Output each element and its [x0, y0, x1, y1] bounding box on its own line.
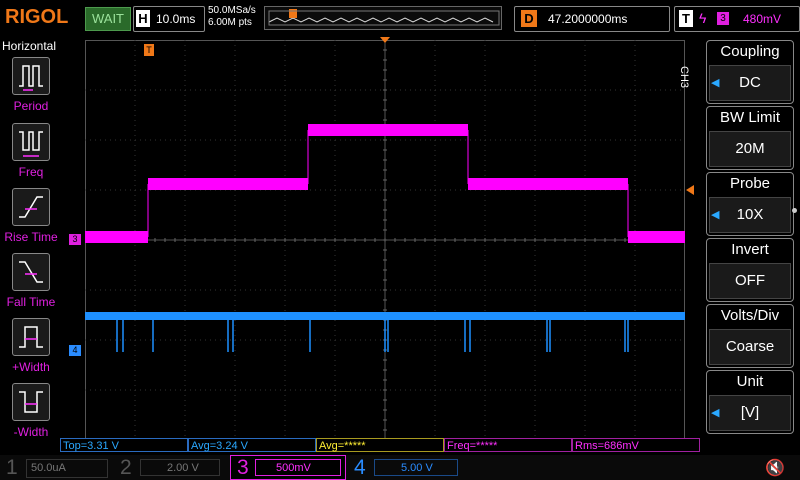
memory-depth: 6.00M pts [208, 17, 252, 28]
delay-value: 47.2000000ms [548, 12, 628, 26]
acquisition-info: 50.0MSa/s 6.00M pts [208, 5, 256, 29]
center-time-marker [380, 37, 390, 43]
ch3-scale: 500mV [255, 459, 341, 476]
measurement-avg-other[interactable]: Avg=***** [316, 438, 444, 452]
fall-time-label: Fall Time [6, 295, 56, 309]
bw-limit-title: BW Limit [720, 109, 780, 126]
measurement-top[interactable]: Top=3.31 V [60, 438, 188, 452]
probe-menu[interactable]: Probe 10X ◀ [706, 172, 794, 236]
memory-overview-graphic [268, 9, 500, 26]
measurement-avg-ch3[interactable]: Avg=3.24 V [188, 438, 316, 452]
ch4-number: 4 [354, 456, 366, 479]
sample-rate: 50.0MSa/s [208, 5, 256, 16]
brand-logo: RIGOL [5, 6, 69, 28]
coupling-value: DC [709, 65, 791, 101]
volts-div-value: Coarse [709, 329, 791, 365]
bw-limit-value: 20M [709, 131, 791, 167]
frequency-label: Freq [18, 165, 44, 179]
negative-width-icon [12, 383, 50, 421]
invert-value: OFF [709, 263, 791, 299]
channel-tag: CH3 [678, 66, 690, 89]
memory-overview-strip[interactable] [264, 6, 502, 30]
unit-menu[interactable]: Unit [V] ◀ [706, 370, 794, 434]
measure-negative-width[interactable]: -Width [0, 383, 59, 443]
ch3-trace-segment [628, 231, 685, 243]
top-status-bar: RIGOL WAIT H 10.0ms 50.0MSa/s 6.00M pts … [0, 0, 800, 36]
measurement-freq[interactable]: Freq=***** [444, 438, 572, 452]
waveform-grid [84, 39, 685, 440]
left-panel-title: Horizontal [2, 39, 57, 53]
channel-3-tab[interactable]: 3 500mV [230, 455, 346, 480]
invert-menu[interactable]: Invert OFF [706, 238, 794, 302]
positive-width-label: +Width [12, 360, 50, 374]
delay-chip: D [521, 10, 537, 27]
channel-status-bar: 1 50.0uA 2 2.00 V 3 500mV 4 5.00 V 🔇 [0, 455, 800, 480]
trigger-position-marker[interactable]: T [144, 44, 154, 56]
measure-positive-width[interactable]: +Width [0, 318, 59, 378]
edge-trigger-icon: ϟ [699, 10, 707, 26]
ch4-scale: 5.00 V [374, 459, 458, 476]
coupling-menu[interactable]: Coupling DC ◀ [706, 40, 794, 104]
trigger-chip: T [679, 10, 693, 27]
rise-time-icon [12, 188, 50, 226]
period-label: Period [13, 99, 49, 113]
invert-title: Invert [731, 241, 769, 258]
rise-time-label: Rise Time [4, 230, 58, 244]
unit-left-arrow-icon: ◀ [711, 407, 720, 419]
coupling-left-arrow-icon: ◀ [711, 77, 720, 89]
measure-fall-time[interactable]: Fall Time [0, 253, 62, 313]
measure-period[interactable]: Period [0, 57, 59, 117]
ch3-trace-segment [148, 178, 308, 190]
channel-4-tab[interactable]: 4 5.00 V [346, 455, 462, 480]
volts-div-menu[interactable]: Volts/Div Coarse [706, 304, 794, 368]
ch4-trace [85, 312, 685, 320]
unit-value: [V] [709, 395, 791, 431]
ch3-trace-segment [468, 178, 628, 190]
horizontal-chip: H [136, 10, 150, 27]
probe-left-arrow-icon: ◀ [711, 209, 720, 221]
speaker-mute-icon[interactable]: 🔇 [765, 458, 787, 478]
ch3-trace-segment [85, 231, 148, 243]
timebase-display[interactable]: H 10.0ms [133, 6, 205, 32]
run-status-badge[interactable]: WAIT [85, 7, 131, 31]
ch1-scale: 50.0uA [26, 459, 108, 478]
page-dot-icon [792, 208, 797, 213]
trigger-level: 480mV [743, 12, 782, 26]
trigger-display[interactable]: T ϟ 3 480mV [674, 6, 800, 32]
measurement-bar: Top=3.31 V Avg=3.24 V Avg=***** Freq=***… [60, 438, 700, 454]
positive-width-icon [12, 318, 50, 356]
measurement-rms[interactable]: Rms=686mV [572, 438, 700, 452]
channel-menu: Coupling DC ◀ BW Limit 20M Probe 10X ◀ I… [690, 37, 800, 437]
ch4-offset-marker[interactable]: 4 [69, 345, 81, 356]
ch2-scale: 2.00 V [140, 459, 220, 476]
ch3-trace-segment [308, 124, 468, 136]
probe-value: 10X [709, 197, 791, 233]
ch3-number: 3 [237, 456, 249, 479]
period-icon [12, 57, 50, 95]
frequency-icon [12, 123, 50, 161]
bw-limit-menu[interactable]: BW Limit 20M [706, 106, 794, 170]
delay-display[interactable]: D 47.2000000ms [514, 6, 670, 32]
ch2-number: 2 [120, 456, 132, 479]
memory-trigger-marker [289, 9, 297, 18]
negative-width-label: -Width [13, 425, 49, 439]
measure-rise-time[interactable]: Rise Time [0, 188, 62, 248]
volts-div-title: Volts/Div [720, 307, 780, 324]
timebase-value: 10.0ms [156, 12, 196, 26]
coupling-title: Coupling [720, 43, 780, 60]
unit-title: Unit [736, 373, 764, 390]
fall-time-icon [12, 253, 50, 291]
ch3-offset-marker[interactable]: 3 [69, 234, 81, 245]
measure-frequency[interactable]: Freq [0, 123, 59, 183]
channel-2-tab[interactable]: 2 2.00 V [112, 455, 230, 480]
waveform-display[interactable] [84, 39, 685, 440]
ch1-number: 1 [6, 456, 18, 479]
channel-1-tab[interactable]: 1 50.0uA [0, 455, 112, 480]
trigger-source-chip: 3 [717, 12, 729, 25]
probe-title: Probe [729, 175, 771, 192]
